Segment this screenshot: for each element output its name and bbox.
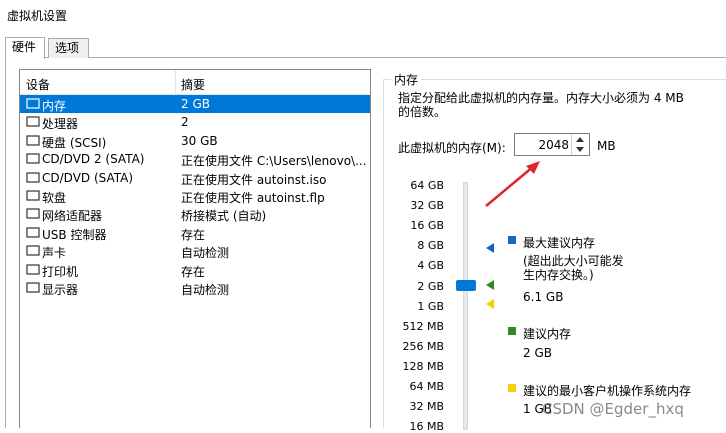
max-legend-note: (超出此大小可能发生内存交换。) bbox=[523, 254, 624, 282]
scale-tick-label: 32 GB bbox=[410, 199, 444, 213]
device-name: 硬盘 (SCSI) bbox=[42, 135, 107, 150]
device-name: CD/DVD 2 (SATA) bbox=[42, 152, 145, 167]
memory-icon bbox=[26, 98, 40, 109]
title-bar: 虚拟机设置 bbox=[0, 0, 726, 34]
device-name: 内存 bbox=[42, 99, 67, 113]
cd-icon bbox=[26, 171, 40, 183]
device-row[interactable]: 声卡 自动检测 bbox=[20, 242, 370, 260]
device-row[interactable]: USB 控制器 存在 bbox=[20, 224, 370, 242]
min-recommended-marker-icon bbox=[486, 299, 494, 309]
scale-tick-label: 8 GB bbox=[417, 239, 444, 253]
device-row[interactable]: 网络适配器 桥接模式 (自动) bbox=[20, 205, 370, 223]
device-name: 处理器 bbox=[42, 117, 79, 132]
device-list-header: 设备 摘要 bbox=[20, 70, 370, 95]
column-header-summary[interactable]: 摘要 bbox=[181, 76, 205, 93]
device-row[interactable]: 显示器 自动检测 bbox=[20, 279, 370, 297]
scale-tick-label: 2 GB bbox=[417, 279, 444, 293]
column-header-device[interactable]: 设备 bbox=[26, 76, 50, 93]
device-summary: 自动检测 bbox=[181, 246, 230, 261]
device-row[interactable]: CD/DVD 2 (SATA) 正在使用文件 C:\Users\lenovo\..… bbox=[20, 150, 370, 168]
device-summary: 2 bbox=[181, 115, 189, 130]
device-row[interactable]: 处理器 2 bbox=[20, 113, 370, 131]
device-name: 声卡 bbox=[42, 246, 67, 261]
device-list[interactable]: 设备 摘要 内存 2 GB 处理器 2 硬盘 (SCSI) 30 GB CD/DVD 2 (… bbox=[19, 69, 371, 428]
window-title: 虚拟机设置 bbox=[7, 9, 68, 23]
max-legend-title: 最大建议内存 bbox=[523, 236, 596, 250]
cpu-icon bbox=[26, 116, 40, 127]
device-name: 显示器 bbox=[42, 283, 79, 297]
red-arrow-icon bbox=[485, 161, 540, 207]
recommended-legend-value: 2 GB bbox=[523, 346, 552, 360]
printer-icon bbox=[26, 263, 40, 275]
device-summary: 桥接模式 (自动) bbox=[181, 209, 267, 224]
usb-icon bbox=[26, 227, 40, 238]
device-name: USB 控制器 bbox=[42, 227, 107, 242]
memory-spinbox[interactable]: 2048 bbox=[514, 133, 590, 156]
device-row[interactable]: 打印机 存在 bbox=[20, 261, 370, 279]
decrement-icon[interactable] bbox=[576, 147, 584, 152]
device-row[interactable]: 硬盘 (SCSI) 30 GB bbox=[20, 132, 370, 150]
device-name: 打印机 bbox=[42, 264, 79, 279]
device-summary: 正在使用文件 C:\Users\lenovo\... bbox=[181, 154, 367, 169]
memory-value[interactable]: 2048 bbox=[538, 138, 569, 152]
device-name: 网络适配器 bbox=[42, 209, 103, 224]
device-summary: 正在使用文件 autoinst.iso bbox=[181, 172, 327, 187]
watermark: CSDN @Egder_hxq bbox=[542, 400, 684, 418]
memory-group-title: 内存 bbox=[391, 71, 422, 88]
device-name: CD/DVD (SATA) bbox=[42, 170, 134, 185]
device-row[interactable]: 软盘 正在使用文件 autoinst.flp bbox=[20, 187, 370, 205]
min-legend-title: 建议的最小客户机操作系统内存 bbox=[523, 384, 692, 398]
recommended-legend-swatch bbox=[508, 327, 516, 335]
monitor-icon bbox=[26, 282, 40, 293]
scale-tick-label: 64 GB bbox=[410, 179, 444, 192]
max-legend-value: 6.1 GB bbox=[523, 290, 564, 304]
recommended-legend-title: 建议内存 bbox=[523, 327, 572, 341]
scale-tick-label: 256 MB bbox=[402, 339, 444, 353]
device-summary: 2 GB bbox=[181, 97, 210, 111]
min-legend-swatch bbox=[508, 384, 516, 392]
memory-slider-thumb[interactable] bbox=[456, 280, 476, 291]
disk-icon bbox=[26, 135, 40, 146]
device-row[interactable]: CD/DVD (SATA) 正在使用文件 autoinst.iso bbox=[20, 169, 370, 187]
memory-slider-track[interactable] bbox=[463, 182, 468, 430]
device-summary: 正在使用文件 autoinst.flp bbox=[181, 191, 325, 205]
scale-tick-label: 1 GB bbox=[417, 299, 444, 313]
scale-tick-label: 16 MB bbox=[409, 420, 444, 433]
device-summary: 存在 bbox=[181, 264, 206, 279]
scale-tick-label: 128 MB bbox=[402, 359, 444, 373]
cd-icon bbox=[26, 153, 40, 164]
device-summary: 存在 bbox=[181, 227, 206, 242]
memory-stepper[interactable] bbox=[571, 134, 589, 155]
scale-tick-label: 4 GB bbox=[417, 259, 444, 273]
scale-tick-label: 32 MB bbox=[409, 400, 444, 414]
max-recommended-marker-icon bbox=[486, 243, 494, 253]
sound-icon bbox=[26, 245, 40, 256]
memory-unit: MB bbox=[597, 139, 616, 153]
device-summary: 自动检测 bbox=[181, 283, 230, 297]
memory-field-label: 此虚拟机的内存(M): bbox=[398, 141, 506, 155]
increment-icon[interactable] bbox=[576, 137, 584, 142]
network-icon bbox=[26, 208, 40, 219]
tab-hardware[interactable]: 硬件 bbox=[5, 37, 45, 59]
scale-tick-label: 512 MB bbox=[402, 319, 444, 333]
device-name: 软盘 bbox=[42, 191, 67, 205]
device-row[interactable]: 内存 2 GB bbox=[20, 95, 370, 113]
memory-description: 指定分配给此虚拟机的内存量。内存大小必须为 4 MB 的倍数。 bbox=[398, 91, 684, 119]
scale-tick-label: 16 GB bbox=[410, 219, 444, 233]
device-summary: 30 GB bbox=[181, 133, 218, 148]
floppy-icon bbox=[26, 190, 40, 201]
scale-tick-label: 64 MB bbox=[409, 380, 444, 393]
max-legend-swatch bbox=[508, 236, 516, 244]
tab-options[interactable]: 选项 bbox=[48, 38, 89, 58]
recommended-marker-icon bbox=[486, 280, 494, 290]
